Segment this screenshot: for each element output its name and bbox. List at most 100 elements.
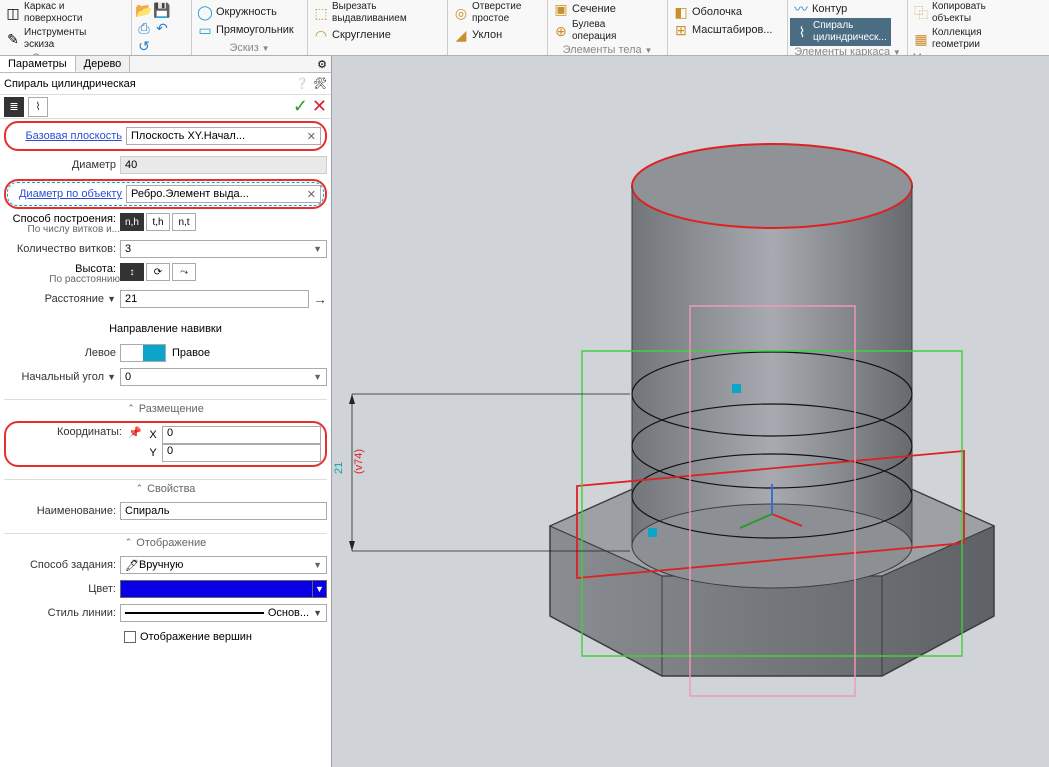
direction-toggle[interactable] (120, 344, 166, 362)
viewport-3d[interactable]: 21 (v74) (332, 56, 1049, 767)
rb-geom-collection[interactable]: ▦ Коллекциягеометрии (910, 26, 989, 52)
ribbon-group-label-3: Эскиз (229, 42, 258, 54)
hole-icon: ◎ (453, 5, 469, 21)
rb-draft[interactable]: ◢ Уклон (450, 26, 524, 44)
name-input[interactable]: Спираль (120, 502, 327, 520)
distance-input[interactable]: 21 (120, 290, 309, 308)
fillet-icon: ◠ (313, 27, 329, 43)
rb-contour[interactable]: 〰 Контур (790, 0, 891, 18)
tab-tree[interactable]: Дерево (76, 56, 131, 72)
diameter-obj-input[interactable]: Ребро.Элемент выда... ✕ (126, 185, 321, 203)
rect-icon: ▭ (197, 22, 213, 38)
start-angle-input[interactable]: 0 ▼ (120, 368, 327, 386)
ribbon-group-label-9: Массив, копирование (913, 52, 1023, 55)
rb-surfaces[interactable]: ◫ Каркас иповерхности (2, 0, 89, 26)
height-mode-2[interactable]: ⟳ (146, 263, 170, 281)
height-mode-1[interactable]: ↕ (120, 263, 144, 281)
coord-x-label: X (144, 429, 162, 441)
method-nh[interactable]: n,h (120, 213, 144, 231)
surfaces-icon: ◫ (5, 5, 21, 21)
help-icon[interactable]: ❔ (295, 77, 309, 90)
show-verts-checkbox[interactable] (124, 631, 136, 643)
coord-x-input[interactable]: 0 (162, 426, 321, 444)
rb-simple-hole[interactable]: ◎ Отверстиепростое (450, 0, 524, 26)
placement-header[interactable]: ⌃Размещение (4, 399, 327, 417)
diameter-obj-label[interactable]: Диаметр по объекту (10, 188, 126, 200)
rb-circle[interactable]: ◯ Окружность (194, 3, 297, 21)
coord-y-input[interactable]: 0 (162, 444, 321, 462)
base-plane-label[interactable]: Базовая плоскость (10, 130, 126, 142)
scale-icon: ⊞ (673, 22, 689, 38)
linestyle-dd-icon[interactable]: ▼ (313, 608, 322, 618)
diameter-input: 40 (120, 156, 327, 174)
ribbon-group-label-1: Системная (32, 52, 88, 55)
color-label: Цвет: (4, 583, 120, 595)
turns-dd-icon[interactable]: ▼ (313, 244, 322, 254)
undo2-icon[interactable]: ↺ (136, 38, 152, 54)
direction-left-label: Левое (4, 347, 120, 359)
name-label: Наименование: (4, 505, 120, 517)
coord-y-label: Y (144, 447, 162, 459)
print-icon[interactable]: ⎙ (136, 20, 152, 36)
disp-method-dd-icon[interactable]: ▼ (313, 560, 322, 570)
pref-icon[interactable]: 🛠 (313, 77, 327, 90)
pin-icon[interactable]: 📌 (126, 426, 144, 439)
spiral-icon: ⌇ (794, 24, 810, 40)
base-plane-clear-icon[interactable]: ✕ (307, 130, 316, 143)
rb-scale[interactable]: ⊞ Масштабиров... (670, 21, 775, 39)
build-method-sublabel: По числу витков и... (4, 225, 120, 235)
diameter-obj-clear-icon[interactable]: ✕ (307, 188, 316, 201)
rb-shell[interactable]: ◧ Оболочка (670, 3, 775, 21)
ribbon-group-label-6: Элементы тела (563, 44, 642, 55)
rb-cut-extrude[interactable]: ⬚ Вырезатьвыдавливанием (310, 0, 410, 26)
cutextrude-icon: ⬚ (313, 5, 329, 21)
height-mode-3[interactable]: ⤳ (172, 263, 196, 281)
linestyle-input[interactable]: Основ... ▼ (120, 604, 327, 622)
rb-sketch-tools[interactable]: ✎ Инструментыэскиза (2, 26, 89, 52)
start-angle-dd-icon[interactable]: ▼ (313, 372, 322, 382)
turns-label: Количество витков: (4, 243, 120, 255)
collection-icon: ▦ (913, 31, 929, 47)
rb-rectangle[interactable]: ▭ Прямоугольник (194, 21, 297, 39)
mode-wire-icon[interactable]: ⌇ (28, 97, 48, 117)
circle-icon: ◯ (197, 4, 213, 20)
method-th[interactable]: t,h (146, 213, 170, 231)
distance-label: Расстояние ▼ (4, 293, 120, 305)
shell-icon: ◧ (673, 4, 689, 20)
color-swatch[interactable] (120, 580, 313, 598)
open-icon[interactable]: 📂 (136, 2, 152, 18)
turns-input[interactable]: 3 ▼ (120, 240, 327, 258)
start-angle-label: Начальный угол ▼ (4, 371, 120, 383)
cancel-button[interactable]: ✕ (312, 96, 327, 117)
marker-bottom (648, 528, 657, 537)
svg-text:21: 21 (333, 462, 345, 474)
ribbon-group-label-8: Элементы каркаса (794, 46, 890, 55)
save-icon[interactable]: 💾 (154, 2, 170, 18)
base-plane-input[interactable]: Плоскость XY.Начал... ✕ (126, 127, 321, 145)
diameter-label: Диаметр (4, 159, 120, 171)
rb-copy-obj[interactable]: ⿻ Копироватьобъекты (910, 0, 989, 26)
confirm-button[interactable]: ✓ (293, 96, 308, 117)
method-nt[interactable]: n,t (172, 213, 196, 231)
undo-icon[interactable]: ↶ (154, 20, 170, 36)
color-dd-icon[interactable]: ▼ (313, 580, 327, 598)
rb-cyl-spiral[interactable]: ⌇ Спиральцилиндрическ... (790, 18, 891, 46)
panel-gear-icon[interactable]: ⚙ (313, 56, 331, 72)
distance-arrow-icon[interactable]: → (309, 291, 327, 307)
rb-section[interactable]: ▣ Сечение (550, 0, 619, 18)
disp-method-label: Способ задания: (4, 559, 120, 571)
svg-text:(v74): (v74) (353, 449, 365, 474)
marker-top (732, 384, 741, 393)
rb-fillet[interactable]: ◠ Скругление (310, 26, 410, 44)
disp-method-input[interactable]: 🖊 Вручную ▼ (120, 556, 327, 574)
tab-parameters[interactable]: Параметры (0, 56, 76, 72)
show-verts-label: Отображение вершин (140, 631, 252, 643)
section-icon: ▣ (553, 1, 569, 17)
rb-boolean[interactable]: ⊕ Булеваоперация (550, 18, 619, 44)
mode-solid-icon[interactable]: ≣ (4, 97, 24, 117)
display-header[interactable]: ⌃Отображение (4, 533, 327, 551)
sketch-tools-icon: ✎ (5, 31, 21, 47)
boolean-icon: ⊕ (553, 23, 569, 39)
contour-icon: 〰 (793, 1, 809, 17)
props-header[interactable]: ⌃Свойства (4, 479, 327, 497)
